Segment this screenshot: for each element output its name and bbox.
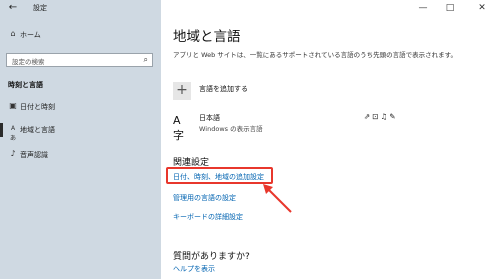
sidebar-item-date-time[interactable]: ▣ 日付と時刻	[0, 98, 161, 116]
sidebar-item-label: 地域と言語	[20, 126, 55, 134]
sidebar-item-label: 音声認識	[20, 151, 48, 159]
main-panel: 地域と言語 アプリと Web サイトは、一覧にあるサポートされている言語のうち先…	[161, 0, 500, 279]
faq-title: 質問がありますか?	[173, 252, 250, 262]
page-description: アプリと Web サイトは、一覧にあるサポートされている言語のうち先頭の言語で表…	[173, 51, 457, 59]
language-subtitle: Windows の表示言語	[199, 125, 263, 133]
sidebar-item-label: 日付と時刻	[20, 103, 55, 111]
page-title: 地域と言語	[173, 29, 241, 45]
search-placeholder: 設定の検索	[12, 58, 45, 66]
add-language-button[interactable]: +	[173, 82, 191, 100]
sidebar-item-home[interactable]: ⌂ ホーム	[0, 26, 161, 44]
microphone-icon: ♪	[10, 149, 16, 158]
add-language-label[interactable]: 言語を追加する	[199, 84, 248, 94]
annotation-arrow-icon	[263, 184, 292, 213]
title-bar-left: ← 設定	[0, 0, 161, 18]
language-feature-icons: ⇗⊡♫✎	[364, 112, 398, 121]
language-name[interactable]: 日本語	[199, 113, 220, 123]
language-font-icon: A字	[173, 114, 184, 142]
sidebar-item-label: ホーム	[20, 31, 41, 39]
back-arrow-icon[interactable]: ←	[7, 2, 19, 14]
app-title: 設定	[33, 4, 47, 12]
sidebar-item-speech[interactable]: ♪ 音声認識	[0, 146, 161, 164]
sidebar: ← 設定 ⌂ ホーム 設定の検索 ⌕ 時刻と言語 ▣ 日付と時刻 Aあ 地域と言…	[0, 0, 161, 279]
globe-language-icon: Aあ	[9, 125, 16, 142]
calendar-clock-icon: ▣	[9, 101, 17, 110]
help-link[interactable]: ヘルプを表示	[173, 264, 215, 274]
search-input[interactable]: 設定の検索 ⌕	[6, 53, 153, 67]
search-icon[interactable]: ⌕	[144, 55, 148, 65]
sidebar-section-title: 時刻と言語	[8, 81, 43, 89]
home-icon: ⌂	[10, 29, 16, 38]
administrative-language-link[interactable]: 管理用の言語の設定	[173, 193, 236, 203]
sidebar-item-region-language[interactable]: Aあ 地域と言語	[0, 121, 161, 142]
advanced-keyboard-link[interactable]: キーボードの詳細設定	[173, 212, 243, 222]
annotation-highlight-box	[166, 167, 273, 184]
